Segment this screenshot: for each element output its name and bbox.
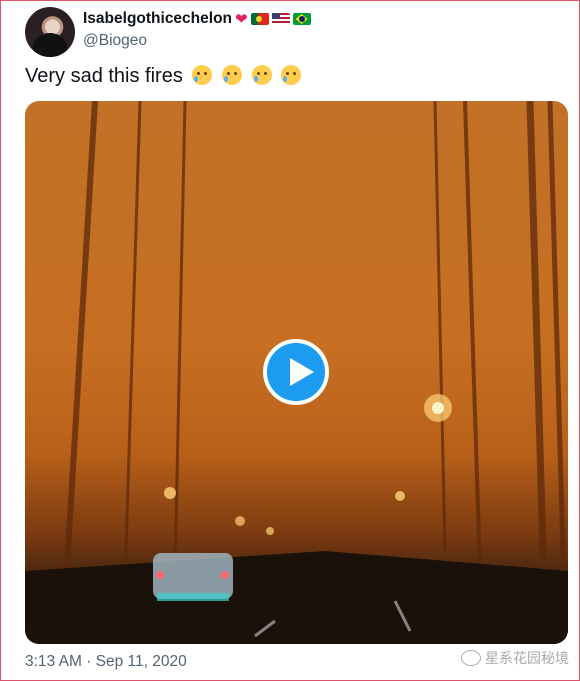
flag-brazil-icon bbox=[292, 13, 311, 25]
video-player[interactable] bbox=[25, 101, 568, 644]
wechat-icon bbox=[461, 650, 481, 666]
tweet-card: Isabelgothicechelon ❤ @Biogeo Very sad t… bbox=[0, 0, 580, 681]
tweet-timestamp[interactable]: 3:13 AM · Sep 11, 2020 bbox=[25, 653, 187, 671]
tweet-text-row: Very sad this fires bbox=[25, 65, 302, 88]
flag-portugal-icon bbox=[250, 13, 269, 25]
crying-face-icon bbox=[221, 65, 242, 85]
display-name[interactable]: Isabelgothicechelon bbox=[83, 10, 232, 28]
flag-usa-icon bbox=[271, 13, 290, 25]
display-name-row[interactable]: Isabelgothicechelon ❤ bbox=[83, 10, 311, 28]
crying-face-icon bbox=[281, 65, 302, 85]
user-handle[interactable]: @Biogeo bbox=[83, 32, 311, 50]
user-info: Isabelgothicechelon ❤ @Biogeo bbox=[83, 10, 311, 50]
tweet-text: Very sad this fires bbox=[25, 65, 183, 87]
watermark: 星系花园秘境 bbox=[461, 648, 569, 668]
watermark-text: 星系花园秘境 bbox=[485, 650, 569, 666]
crying-face-icon bbox=[251, 65, 272, 85]
avatar[interactable] bbox=[25, 7, 75, 57]
play-icon[interactable] bbox=[263, 339, 329, 405]
crying-face-icon bbox=[192, 65, 213, 85]
heart-icon: ❤ bbox=[235, 11, 248, 28]
tweet-header: Isabelgothicechelon ❤ @Biogeo bbox=[25, 7, 565, 57]
